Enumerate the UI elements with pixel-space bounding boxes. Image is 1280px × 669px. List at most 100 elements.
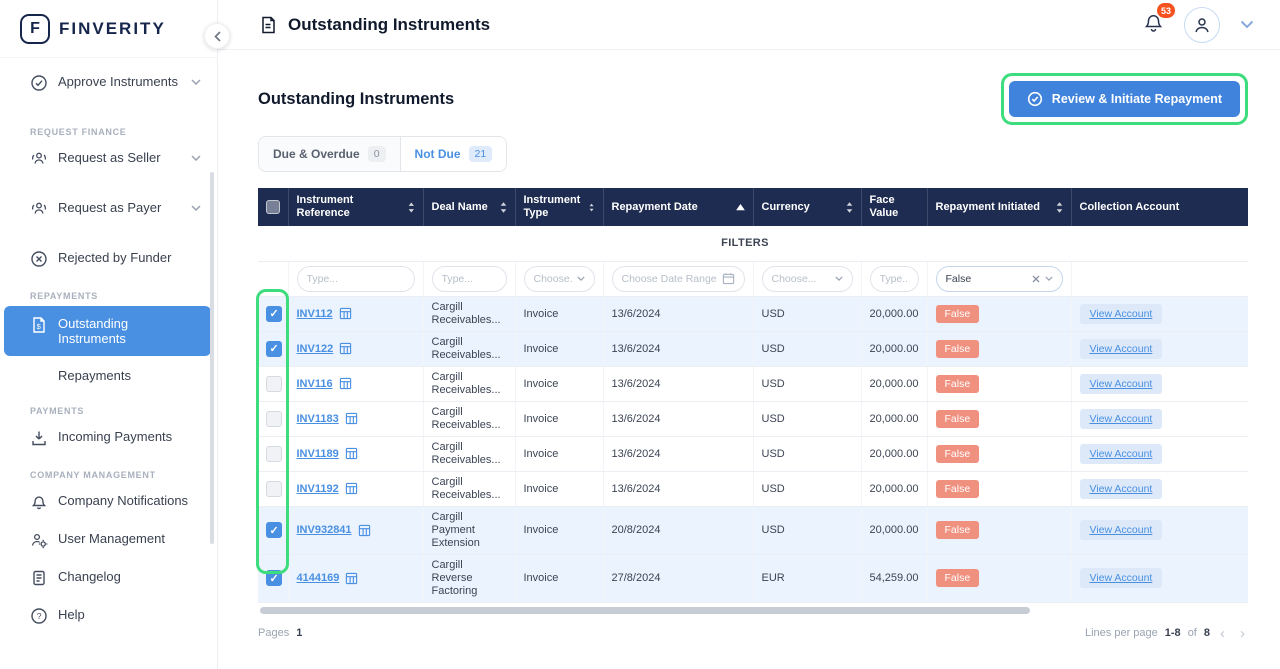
sidebar-item-label: Repayments — [58, 368, 131, 383]
instrument-schedule-icon[interactable] — [339, 377, 352, 390]
sidebar-item-help[interactable]: ? Help — [0, 597, 217, 635]
face-value-cell: 20,000.00 — [861, 401, 927, 436]
notifications-button[interactable]: 53 — [1143, 11, 1164, 38]
horizontal-scrollbar[interactable] — [260, 607, 1030, 614]
view-account-link[interactable]: View Account — [1080, 374, 1163, 394]
sidebar-item-request-as-seller[interactable]: Request as Seller — [0, 140, 217, 178]
filter-repayment-initiated-select[interactable]: False — [936, 266, 1063, 292]
table-header-row: Instrument Reference Deal Name Instrumen… — [258, 188, 1248, 226]
view-account-link[interactable]: View Account — [1080, 409, 1163, 429]
next-page-button[interactable]: › — [1237, 626, 1248, 641]
sidebar-item-rejected-by-funder[interactable]: Rejected by Funder — [0, 240, 217, 278]
filter-currency-select[interactable]: Choose... — [762, 266, 853, 292]
instrument-reference-link[interactable]: INV1183 — [297, 413, 339, 425]
instrument-type-cell: Invoice — [515, 401, 603, 436]
filter-instrument-type-select[interactable]: Choose... — [524, 266, 595, 292]
column-header-face-value[interactable]: Face Value — [861, 188, 927, 226]
sidebar-item-label: Company Notifications — [58, 493, 188, 508]
view-account-link[interactable]: View Account — [1080, 444, 1163, 464]
chevron-down-icon — [577, 276, 585, 281]
sidebar-item-incoming-payments[interactable]: Incoming Payments — [0, 419, 217, 457]
tab-not-due[interactable]: Not Due 21 — [400, 137, 507, 171]
face-value-cell: 20,000.00 — [861, 436, 927, 471]
row-checkbox[interactable] — [266, 411, 282, 427]
review-initiate-repayment-button[interactable]: Review & Initiate Repayment — [1009, 81, 1240, 117]
instrument-reference-link[interactable]: 4144169 — [297, 572, 340, 584]
user-avatar-button[interactable] — [1184, 7, 1220, 43]
sidebar-item-label: Request as Seller — [58, 150, 161, 165]
view-account-link[interactable]: View Account — [1080, 339, 1163, 359]
sidebar-item-approve-instruments[interactable]: Approve Instruments — [0, 64, 217, 102]
sort-asc-icon[interactable] — [736, 204, 745, 211]
filters-toggle[interactable]: FILTERS — [258, 226, 1248, 261]
instrument-reference-link[interactable]: INV1189 — [297, 448, 339, 460]
filter-face-value-input[interactable] — [870, 266, 919, 292]
clear-filter-icon[interactable] — [1032, 275, 1040, 283]
view-account-link[interactable]: View Account — [1080, 520, 1163, 540]
tab-count-badge: 0 — [368, 146, 386, 162]
sort-icon[interactable] — [846, 202, 853, 213]
collapse-sidebar-button[interactable] — [204, 23, 230, 49]
row-checkbox[interactable] — [266, 341, 282, 357]
instrument-schedule-icon[interactable] — [358, 524, 371, 537]
deal-name-cell: Cargill Receivables... — [423, 436, 515, 471]
column-label: Deal Name — [432, 201, 488, 214]
filter-instrument-reference-input[interactable] — [297, 266, 415, 292]
filter-date-range-input[interactable]: Choose Date Range — [612, 266, 745, 292]
user-avatar-icon — [1192, 15, 1212, 35]
view-account-link[interactable]: View Account — [1080, 568, 1163, 588]
select-all-checkbox[interactable] — [266, 200, 280, 214]
tab-due-and-overdue[interactable]: Due & Overdue 0 — [259, 137, 400, 171]
view-account-link[interactable]: View Account — [1080, 304, 1163, 324]
column-header-instrument-reference[interactable]: Instrument Reference — [288, 188, 423, 226]
sort-icon[interactable] — [408, 202, 415, 213]
row-checkbox[interactable] — [266, 570, 282, 586]
content-heading: Outstanding Instruments — [258, 90, 454, 109]
sidebar-scrollbar[interactable] — [210, 172, 214, 544]
sidebar-item-changelog[interactable]: Changelog — [0, 559, 217, 597]
current-page[interactable]: 1 — [296, 627, 302, 639]
instrument-schedule-icon[interactable] — [345, 412, 358, 425]
column-header-repayment-date[interactable]: Repayment Date — [603, 188, 753, 226]
content-header: Outstanding Instruments Review & Initiat… — [258, 70, 1248, 128]
filter-deal-name-input[interactable] — [432, 266, 507, 292]
row-checkbox[interactable] — [266, 376, 282, 392]
lines-range-select[interactable]: 1-8 — [1165, 627, 1181, 639]
total-lines: 8 — [1204, 627, 1210, 639]
instrument-schedule-icon[interactable] — [345, 447, 358, 460]
instrument-reference-link[interactable]: INV116 — [297, 378, 333, 390]
chevron-down-icon[interactable] — [1240, 20, 1254, 29]
row-checkbox[interactable] — [266, 446, 282, 462]
instrument-schedule-icon[interactable] — [339, 307, 352, 320]
row-checkbox[interactable] — [266, 481, 282, 497]
column-header-repayment-initiated[interactable]: Repayment Initiated — [927, 188, 1071, 226]
sidebar-item-user-management[interactable]: User Management — [0, 521, 217, 559]
instrument-schedule-icon[interactable] — [339, 342, 352, 355]
instrument-schedule-icon[interactable] — [345, 572, 358, 585]
row-checkbox[interactable] — [266, 306, 282, 322]
instrument-reference-link[interactable]: INV932841 — [297, 524, 352, 536]
brand-logo[interactable]: F FINVERITY — [0, 0, 217, 58]
instrument-reference-link[interactable]: INV1192 — [297, 483, 339, 495]
sidebar-item-repayments[interactable]: Repayments — [0, 358, 217, 393]
view-account-link[interactable]: View Account — [1080, 479, 1163, 499]
sidebar-item-outstanding-instruments[interactable]: $ Outstanding Instruments — [4, 306, 211, 356]
currency-cell: USD — [753, 436, 861, 471]
instrument-reference-link[interactable]: INV122 — [297, 343, 334, 355]
row-checkbox[interactable] — [266, 522, 282, 538]
sort-icon[interactable] — [1056, 202, 1063, 213]
column-header-collection-account[interactable]: Collection Account — [1071, 188, 1248, 226]
sort-icon[interactable] — [589, 202, 594, 213]
of-label: of — [1188, 627, 1197, 639]
column-header-currency[interactable]: Currency — [753, 188, 861, 226]
sidebar-item-request-as-payer[interactable]: Request as Payer — [0, 190, 217, 228]
sidebar-item-company-notifications[interactable]: Company Notifications — [0, 483, 217, 521]
instrument-schedule-icon[interactable] — [345, 482, 358, 495]
instrument-reference-link[interactable]: INV112 — [297, 308, 333, 320]
prev-page-button[interactable]: ‹ — [1217, 626, 1228, 641]
column-header-deal-name[interactable]: Deal Name — [423, 188, 515, 226]
sort-icon[interactable] — [500, 202, 507, 213]
help-circle-icon: ? — [30, 607, 48, 625]
document-title-icon — [258, 15, 278, 35]
column-header-instrument-type[interactable]: Instrument Type — [515, 188, 603, 226]
